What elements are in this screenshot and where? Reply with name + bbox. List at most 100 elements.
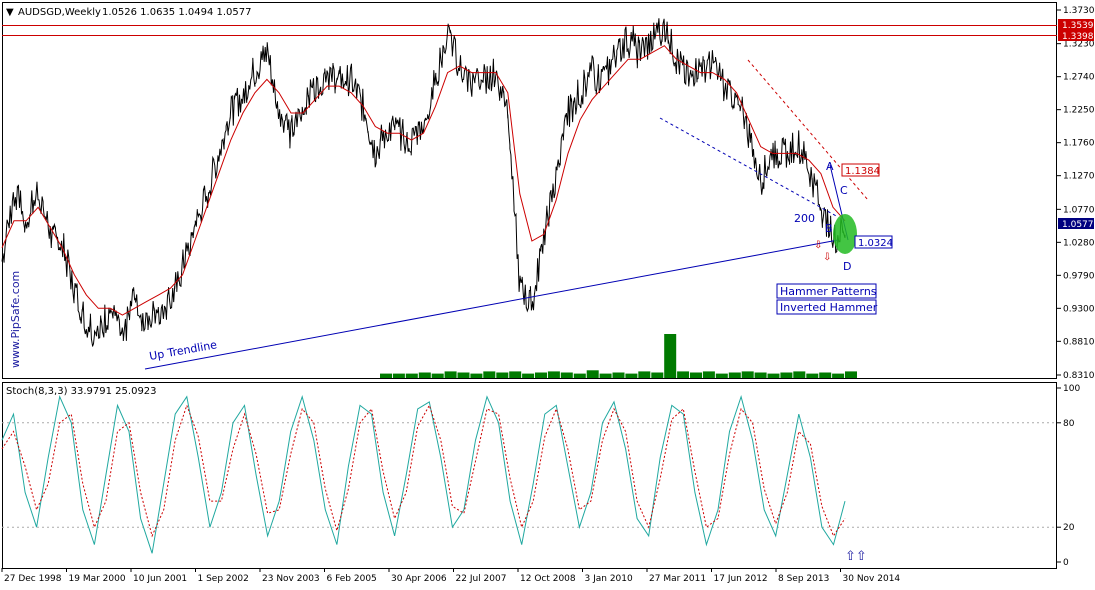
volume-bars [380, 334, 857, 378]
volume-bar [664, 334, 677, 378]
hammer-highlight [833, 214, 857, 254]
date-label: 1 Sep 2002 [198, 574, 249, 584]
volume-bar [380, 373, 392, 378]
price-tick-label: 1.0280 [1063, 238, 1095, 248]
volume-bar [560, 372, 573, 378]
stoch-tick-label: 0 [1063, 558, 1069, 568]
symbol-label: AUDSGD,Weekly [18, 7, 101, 18]
price-tick-label: 0.8810 [1063, 337, 1095, 347]
volume-bar [728, 372, 741, 378]
date-label: 19 Mar 2000 [69, 574, 126, 584]
volume-bar [845, 371, 857, 378]
volume-bar [612, 372, 625, 378]
stoch-axis: 100 80 20 0 [1057, 384, 1080, 568]
volume-bar [819, 372, 832, 378]
price-tick-label: 0.9300 [1063, 304, 1095, 314]
date-label: 30 Nov 2014 [843, 574, 901, 584]
volume-bar [457, 372, 470, 378]
stoch-tick-label: 100 [1063, 384, 1080, 394]
volume-bar [780, 372, 793, 378]
volume-bar [767, 373, 780, 378]
volume-bar [806, 373, 819, 378]
ohlc-readout: 1.0526 1.0635 1.0494 1.0577 [102, 7, 252, 18]
label-a: A [826, 160, 834, 173]
label-c: C [840, 184, 848, 197]
ma-series [1, 45, 846, 316]
stoch-signal-line [1, 403, 846, 538]
volume-bar [625, 373, 638, 378]
label-d: D [843, 260, 851, 273]
price-tick-label: 0.8310 [1063, 371, 1095, 381]
label-200: 200 [794, 212, 815, 225]
date-label: 8 Sep 2013 [778, 574, 829, 584]
arrow-down-icon-2: ⇩ [823, 252, 831, 263]
date-label: 30 Apr 2006 [391, 574, 447, 584]
volume-bar [535, 372, 547, 378]
channel-line-upper [747, 59, 869, 201]
price-tick-label: 1.2740 [1063, 73, 1095, 83]
up-trendline-label: Up Trendline [148, 338, 218, 363]
volume-bar [702, 371, 715, 378]
chart: ▼ AUDSGD,Weekly 1.0526 1.0635 1.0494 1.0… [1, 2, 1095, 584]
stoch-tick-label: 80 [1063, 419, 1075, 429]
volume-bar [444, 371, 457, 378]
current-price-label: 1.0577 [1062, 220, 1094, 230]
volume-bar [496, 372, 509, 378]
volume-bar [832, 373, 845, 378]
volume-bar [522, 373, 535, 378]
arrow-down-icon: ⇩ [814, 240, 822, 251]
price-tick-label: 1.1270 [1063, 172, 1095, 182]
date-label: 17 Jun 2012 [714, 574, 768, 584]
volume-bar [547, 371, 560, 378]
volume-bar [586, 370, 599, 378]
dropdown-icon[interactable]: ▼ [6, 7, 14, 18]
price-tick-label: 1.3730 [1063, 6, 1095, 16]
stoch-tick-label: 20 [1063, 523, 1075, 533]
arrow-up-icon: ⇧⇧ [845, 549, 867, 564]
volume-bar [509, 371, 522, 378]
volume-bar [431, 373, 444, 378]
volume-bar [715, 373, 728, 378]
stoch-label: Stoch(8,3,3) 33.9791 25.0923 [6, 386, 157, 397]
date-label: 22 Jul 2007 [456, 574, 507, 584]
price-line [1, 18, 846, 347]
level-label-2: 1.3398 [1062, 32, 1094, 42]
volume-bar [754, 372, 767, 378]
stoch-main-line [1, 394, 846, 554]
inverted-label: Inverted Hammer [780, 301, 878, 314]
date-label: 6 Feb 2005 [327, 574, 377, 584]
date-label: 23 Nov 2003 [262, 574, 320, 584]
date-axis: 27 Dec 1998 19 Mar 2000 10 Jun 2001 1 Sep 2… [1, 568, 901, 584]
date-label: 3 Jan 2010 [585, 574, 633, 584]
volume-bar [741, 371, 754, 378]
stoch-series [1, 394, 846, 554]
ma-line [1, 45, 846, 316]
hammer-label: Hammer Patterns [780, 285, 877, 298]
volume-bar [483, 371, 496, 378]
volume-bar [651, 372, 664, 378]
volume-bar [392, 373, 405, 378]
level-c-label: 1.1384 [845, 166, 880, 177]
price-tick-label: 1.2250 [1063, 106, 1095, 116]
date-label: 12 Oct 2008 [520, 574, 576, 584]
level-d-label: 1.0324 [858, 238, 893, 249]
volume-bar [405, 373, 418, 378]
volume-bar [573, 373, 586, 378]
volume-bar [793, 371, 806, 378]
level-label-1: 1.3539 [1062, 21, 1094, 31]
price-tick-label: 1.0770 [1063, 205, 1095, 215]
price-series [1, 18, 846, 347]
price-tick-label: 1.1760 [1063, 139, 1095, 149]
stoch-pane-frame [2, 382, 1057, 569]
date-label: 27 Dec 1998 [4, 574, 62, 584]
date-label: 10 Jun 2001 [133, 574, 187, 584]
stoch-levels [2, 422, 1057, 528]
price-tick-label: 0.9790 [1063, 271, 1095, 281]
volume-bar [599, 373, 612, 378]
volume-bar [418, 372, 431, 378]
up-trendline [144, 239, 839, 370]
volume-bar [638, 371, 651, 378]
date-label: 27 Mar 2011 [649, 574, 706, 584]
volume-bar [690, 372, 702, 378]
watermark: www.PipSafe.com [9, 271, 22, 368]
